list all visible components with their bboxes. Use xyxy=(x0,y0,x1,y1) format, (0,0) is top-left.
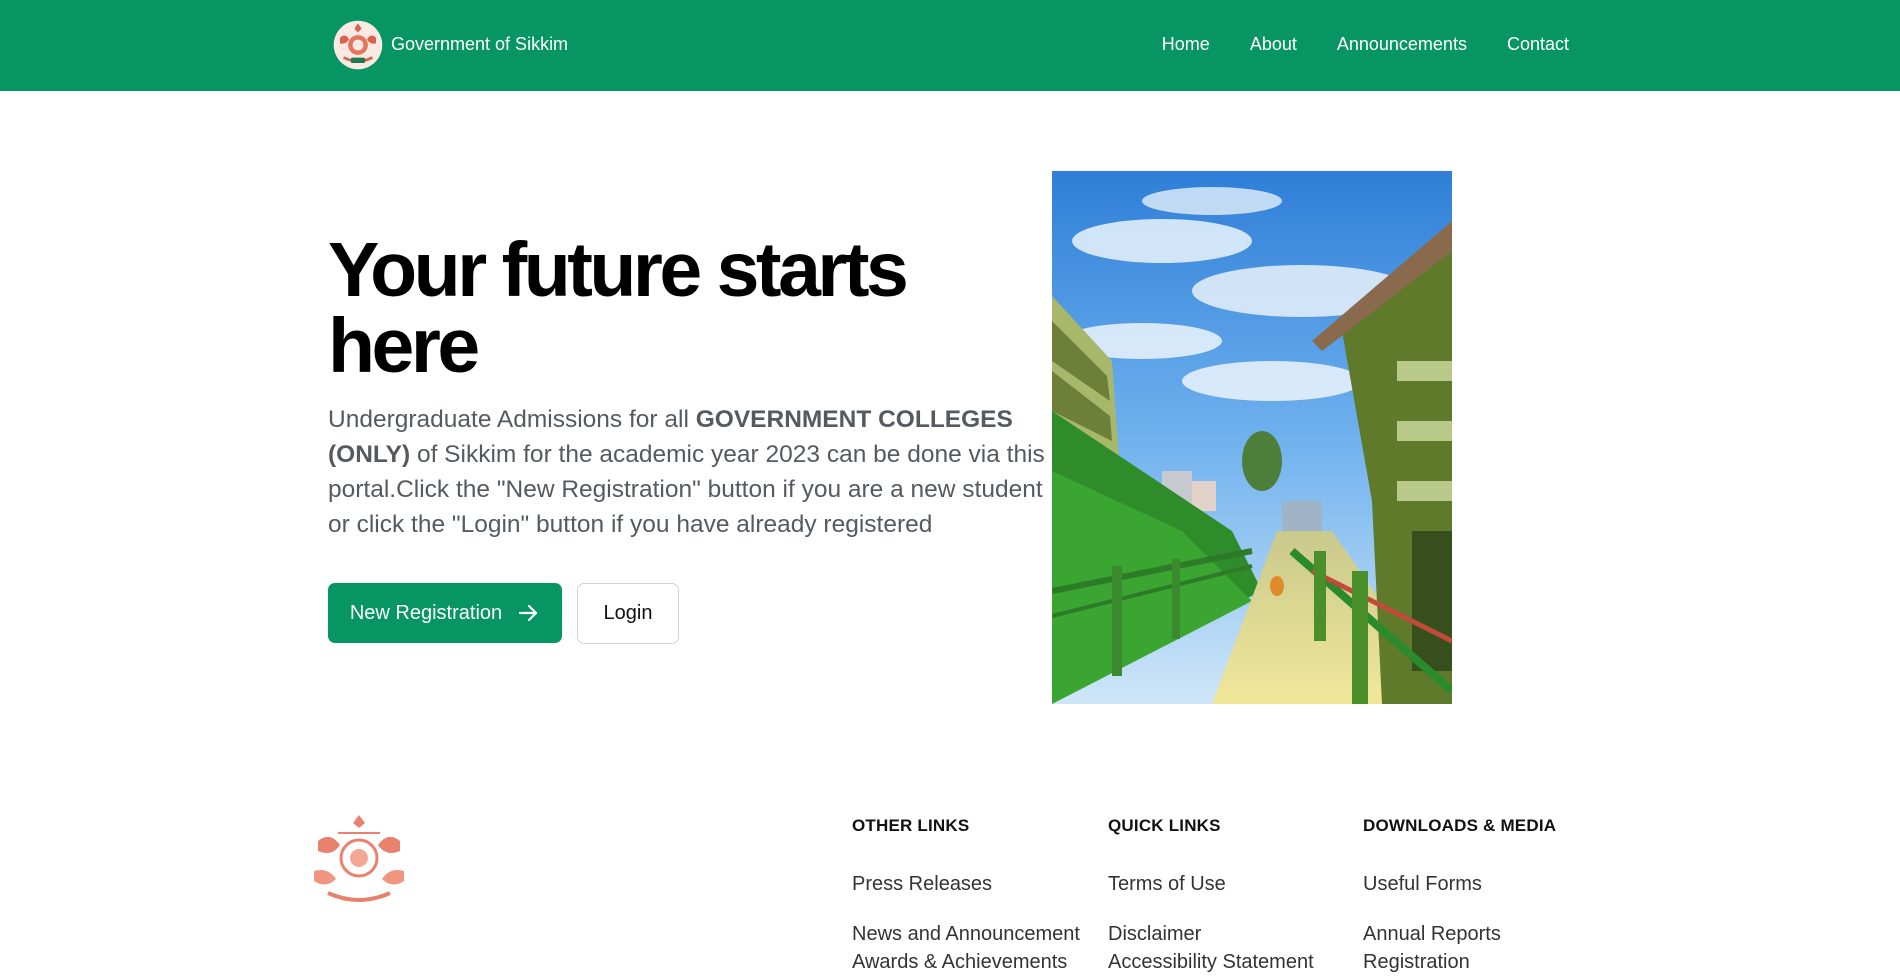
footer-link-annual-reports[interactable]: Annual Reports xyxy=(1363,920,1603,948)
new-registration-button[interactable]: New Registration xyxy=(328,583,562,643)
hero-text-end: of Sikkim for the academic year 2023 can… xyxy=(328,441,1045,538)
footer-link-useful-forms[interactable]: Useful Forms xyxy=(1363,870,1603,898)
new-registration-label: New Registration xyxy=(349,601,503,624)
footer-heading-quick-links: QUICK LINKS xyxy=(1108,816,1221,835)
campus-walkway-image xyxy=(1052,171,1452,704)
footer-link-disclaimer[interactable]: Disclaimer xyxy=(1108,920,1348,948)
nav-announcements[interactable]: Announcements xyxy=(1337,33,1467,55)
hero-text-start: Undergraduate Admissions for all xyxy=(328,406,696,433)
footer-heading-downloads: DOWNLOADS & MEDIA xyxy=(1363,816,1557,835)
footer-quick-links: QUICK LINKS Terms of Use Disclaimer Acce… xyxy=(1108,816,1348,976)
footer-link-press-releases[interactable]: Press Releases xyxy=(852,870,1092,898)
footer-emblem-icon xyxy=(314,815,404,902)
footer-link-news[interactable]: News and Announcement xyxy=(852,920,1092,948)
main-nav: Home About Announcements Contact xyxy=(1162,33,1569,55)
footer-link-accessibility[interactable]: Accessibility Statement xyxy=(1108,948,1348,976)
footer-link-awards[interactable]: Awards & Achievements xyxy=(852,948,1092,976)
brand-link[interactable]: Government of Sikkim xyxy=(331,17,568,72)
brand-title: Government of Sikkim xyxy=(391,34,569,54)
footer-link-terms[interactable]: Terms of Use xyxy=(1108,870,1348,898)
hero-description: Undergraduate Admissions for all GOVERNM… xyxy=(328,402,1053,542)
nav-contact[interactable]: Contact xyxy=(1507,33,1569,55)
nav-about[interactable]: About xyxy=(1250,33,1297,55)
hero-title: Your future starts here xyxy=(328,227,909,389)
nav-home[interactable]: Home xyxy=(1162,33,1210,55)
footer-link-registration[interactable]: Registration xyxy=(1363,948,1603,976)
footer-heading-other-links: OTHER LINKS xyxy=(852,816,970,835)
sikkim-emblem-icon xyxy=(333,20,383,69)
arrow-right-icon xyxy=(519,604,538,622)
footer-other-links: OTHER LINKS Press Releases News and Anno… xyxy=(852,816,1092,976)
campus-photo xyxy=(1052,171,1452,704)
login-button[interactable]: Login xyxy=(577,583,679,644)
top-navbar: Government of Sikkim Home About Announce… xyxy=(0,0,1900,91)
footer-downloads-media: DOWNLOADS & MEDIA Useful Forms Annual Re… xyxy=(1363,816,1603,976)
